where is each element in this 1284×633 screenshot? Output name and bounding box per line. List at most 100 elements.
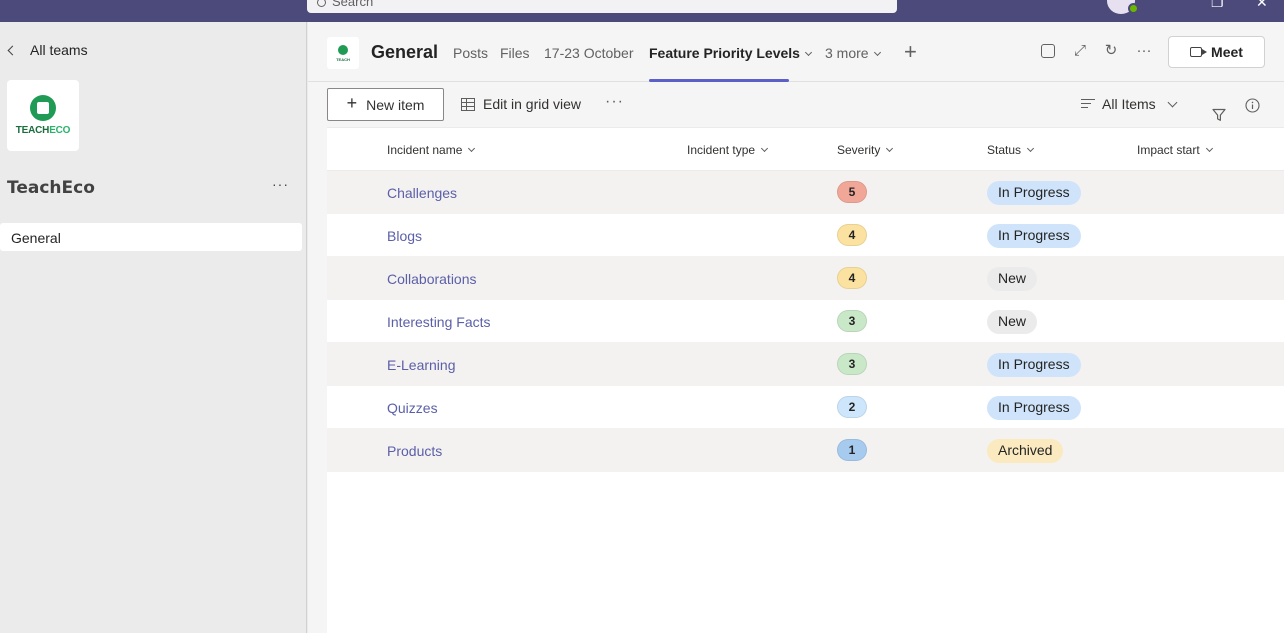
column-header-severity[interactable]: Severity	[837, 143, 894, 157]
list-view: + New item Edit in grid view ··· All Ite…	[327, 83, 1284, 633]
column-label: Incident type	[687, 143, 756, 157]
new-item-label: New item	[366, 96, 425, 113]
table-row[interactable]: E-Learning 3 In Progress	[327, 343, 1284, 386]
column-label: Impact start	[1137, 143, 1200, 157]
chevron-down-icon	[761, 144, 769, 153]
status-badge: In Progress	[987, 396, 1081, 420]
incident-name-link[interactable]: Collaborations	[387, 271, 477, 287]
channel-logo-text: TEACH	[336, 56, 350, 62]
logo-eco: ECO	[49, 125, 71, 136]
edit-grid-view-button[interactable]: Edit in grid view	[461, 96, 581, 112]
chevron-down-icon	[1026, 144, 1035, 153]
incident-name-link[interactable]: Challenges	[387, 185, 457, 201]
search-placeholder: Search	[332, 0, 374, 9]
column-header-incident-type[interactable]: Incident type	[687, 143, 769, 157]
grid-icon	[461, 97, 475, 111]
back-label: All teams	[30, 42, 88, 58]
incident-name-link[interactable]: E-Learning	[387, 357, 456, 373]
tab-label: Feature Priority Levels	[649, 45, 800, 61]
column-header-incident-name[interactable]: Incident name	[387, 143, 476, 157]
edit-grid-label: Edit in grid view	[483, 96, 582, 112]
channel-header: TEACH General Posts Files 17-23 October …	[308, 22, 1284, 82]
tab-files[interactable]: Files	[500, 45, 530, 61]
more-commands-icon[interactable]: ···	[605, 93, 624, 111]
chevron-down-icon	[804, 48, 812, 57]
tab-posts[interactable]: Posts	[453, 45, 488, 61]
severity-badge: 1	[837, 439, 867, 461]
incident-name-link[interactable]: Products	[387, 443, 442, 459]
severity-badge: 4	[837, 267, 867, 289]
active-tab-indicator	[649, 79, 789, 82]
status-badge: In Progress	[987, 224, 1081, 248]
table-row[interactable]: Collaborations 4 New	[327, 257, 1284, 300]
teacheco-leaf-icon	[338, 44, 348, 55]
column-headers: Incident name Incident type Severity Sta…	[327, 128, 1284, 171]
chevron-down-icon	[468, 144, 476, 153]
command-bar: + New item Edit in grid view ··· All Ite…	[327, 83, 1284, 128]
column-header-impact-start[interactable]: Impact start	[1137, 143, 1213, 157]
close-window-icon[interactable]: ✕	[1256, 0, 1268, 11]
column-label: Severity	[837, 143, 881, 157]
incident-name-link[interactable]: Blogs	[387, 228, 422, 244]
tab-feature-priority-levels[interactable]: Feature Priority Levels	[649, 45, 812, 61]
more-options-icon[interactable]: ···	[1136, 43, 1152, 59]
channel-item-general[interactable]: General	[0, 223, 302, 251]
teams-sidebar: All teams TEACHECO TeachEco ··· General	[0, 22, 307, 633]
chevron-left-icon	[7, 45, 18, 55]
restore-window-icon[interactable]: ❐	[1211, 0, 1224, 11]
search-icon	[317, 0, 326, 7]
table-row[interactable]: Blogs 4 In Progress	[327, 214, 1284, 257]
meet-button[interactable]: Meet	[1168, 36, 1265, 68]
status-badge: In Progress	[987, 181, 1081, 205]
popout-icon[interactable]	[1041, 44, 1055, 58]
tab-more[interactable]: 3 more	[825, 45, 881, 61]
tab-more-label: 3 more	[825, 45, 869, 61]
severity-badge: 2	[837, 396, 867, 418]
column-label: Status	[987, 143, 1022, 157]
status-badge: New	[987, 310, 1038, 334]
chevron-down-icon	[1205, 144, 1213, 153]
plus-icon: +	[346, 93, 358, 113]
table-row[interactable]: Interesting Facts 3 New	[327, 300, 1284, 343]
table-row[interactable]: Products 1 Archived	[327, 429, 1284, 472]
info-icon[interactable]	[1245, 98, 1260, 113]
incident-name-link[interactable]: Interesting Facts	[387, 314, 491, 330]
status-badge: New	[987, 267, 1038, 291]
team-logo-text: TEACHECO	[16, 125, 71, 136]
all-teams-back-link[interactable]: All teams	[7, 42, 88, 58]
incident-name-link[interactable]: Quizzes	[387, 400, 438, 416]
logo-teach: TEACH	[15, 125, 50, 136]
team-logo[interactable]: TEACHECO	[7, 80, 79, 151]
new-item-button[interactable]: + New item	[327, 88, 444, 121]
video-camera-icon	[1190, 47, 1208, 57]
chevron-down-icon	[873, 48, 881, 57]
column-label: Incident name	[387, 143, 463, 157]
channel-title: General	[371, 42, 439, 62]
view-label: All Items	[1102, 96, 1156, 112]
view-selector[interactable]: All Items	[1081, 96, 1178, 112]
view-list-icon	[1081, 99, 1095, 109]
severity-badge: 3	[837, 353, 867, 375]
table-row[interactable]: Quizzes 2 In Progress	[327, 386, 1284, 429]
tab-17-23-october[interactable]: 17-23 October	[544, 45, 634, 61]
table-row[interactable]: Challenges 5 In Progress	[327, 171, 1284, 214]
title-bar: Search ❐ ✕	[0, 0, 1284, 22]
status-badge: In Progress	[987, 353, 1081, 377]
filter-icon[interactable]	[1205, 99, 1226, 121]
refresh-icon[interactable]: ↻	[1103, 43, 1119, 59]
chevron-down-icon	[886, 144, 894, 153]
channel-logo: TEACH	[327, 37, 359, 69]
search-box[interactable]: Search	[307, 0, 897, 13]
status-badge: Archived	[987, 439, 1064, 463]
team-name: TeachEco	[7, 178, 95, 198]
presence-available-icon	[1128, 3, 1139, 14]
severity-badge: 5	[837, 181, 867, 203]
severity-badge: 4	[837, 224, 867, 246]
expand-icon[interactable]: ⤢	[1072, 43, 1088, 59]
team-more-options-icon[interactable]: ···	[272, 176, 289, 192]
meet-label: Meet	[1211, 44, 1243, 60]
teacheco-leaf-icon	[30, 95, 56, 121]
column-header-status[interactable]: Status	[987, 143, 1035, 157]
main-content: TEACH General Posts Files 17-23 October …	[308, 22, 1284, 633]
add-tab-icon[interactable]: +	[904, 39, 917, 65]
